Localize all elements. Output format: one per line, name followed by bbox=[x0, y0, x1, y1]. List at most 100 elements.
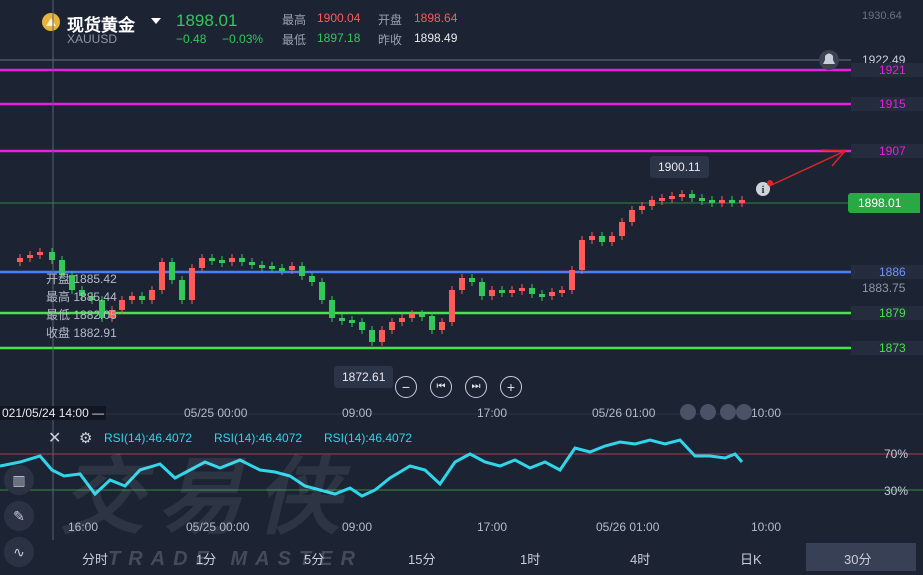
indicator-tool-button[interactable]: ▥ bbox=[4, 465, 34, 495]
trend-arrow-line[interactable] bbox=[764, 150, 846, 189]
candle[interactable] bbox=[329, 300, 335, 318]
pencil-icon[interactable]: ✎ bbox=[4, 501, 34, 531]
prev-button[interactable]: ⏮ bbox=[430, 376, 452, 398]
close-icon[interactable]: ✕ bbox=[48, 428, 61, 448]
candle[interactable] bbox=[649, 200, 655, 206]
candle[interactable] bbox=[129, 296, 135, 300]
next-button[interactable]: ⏭ bbox=[465, 376, 487, 398]
candle[interactable] bbox=[489, 290, 495, 296]
candle[interactable] bbox=[699, 198, 705, 201]
candle[interactable] bbox=[339, 318, 345, 321]
candle[interactable] bbox=[579, 240, 585, 270]
candle[interactable] bbox=[179, 280, 185, 300]
tab-1hour[interactable]: 1时 bbox=[520, 549, 540, 568]
candle[interactable] bbox=[399, 318, 405, 322]
rsi-time-label: 05/26 01:00 bbox=[596, 520, 660, 534]
candle[interactable] bbox=[169, 262, 175, 280]
candle[interactable] bbox=[459, 278, 465, 290]
candle[interactable] bbox=[249, 262, 255, 265]
candle[interactable] bbox=[269, 266, 275, 269]
candle[interactable] bbox=[509, 290, 515, 293]
candle[interactable] bbox=[219, 260, 225, 263]
rsi-time-label: 09:00 bbox=[342, 520, 373, 534]
candle[interactable] bbox=[49, 252, 55, 260]
peak-price-tooltip: 1900.11 bbox=[650, 156, 709, 178]
page-dots[interactable] bbox=[680, 404, 752, 420]
candle[interactable] bbox=[239, 258, 245, 262]
candle[interactable] bbox=[139, 296, 145, 300]
candle[interactable] bbox=[309, 276, 315, 282]
ohlc-low: 最低 1882.05 bbox=[46, 308, 117, 322]
tab-daily[interactable]: 日K bbox=[740, 549, 762, 568]
tag-1907: 1907 bbox=[851, 144, 923, 158]
candle[interactable] bbox=[559, 290, 565, 293]
candle[interactable] bbox=[149, 290, 155, 300]
tab-30min[interactable]: 30分 bbox=[844, 549, 871, 568]
candle[interactable] bbox=[379, 330, 385, 342]
candle[interactable] bbox=[289, 266, 295, 270]
time-label: 10:00 bbox=[751, 406, 782, 420]
candle[interactable] bbox=[679, 194, 685, 197]
candle[interactable] bbox=[439, 322, 445, 330]
candle[interactable] bbox=[27, 255, 33, 258]
candle[interactable] bbox=[369, 330, 375, 342]
candle[interactable] bbox=[319, 282, 325, 300]
candle[interactable] bbox=[469, 278, 475, 282]
candle[interactable] bbox=[549, 292, 555, 296]
tab-1min[interactable]: 1分 bbox=[196, 549, 216, 568]
rsi-time-label: 17:00 bbox=[477, 520, 508, 534]
candle[interactable] bbox=[259, 265, 265, 268]
zoom-out-button[interactable]: − bbox=[395, 376, 417, 398]
candle[interactable] bbox=[539, 294, 545, 297]
candle[interactable] bbox=[479, 282, 485, 296]
tab-timeshare[interactable]: 分时 bbox=[82, 549, 108, 568]
candle[interactable] bbox=[189, 268, 195, 300]
candle[interactable] bbox=[639, 206, 645, 210]
candle[interactable] bbox=[119, 300, 125, 310]
candle[interactable] bbox=[429, 316, 435, 330]
zoom-in-button[interactable]: + bbox=[500, 376, 522, 398]
tab-5min[interactable]: 5分 bbox=[304, 549, 324, 568]
candle[interactable] bbox=[669, 196, 675, 199]
candle[interactable] bbox=[739, 200, 745, 203]
candle[interactable] bbox=[629, 210, 635, 222]
candle[interactable] bbox=[199, 258, 205, 268]
candle[interactable] bbox=[279, 268, 285, 271]
candle[interactable] bbox=[209, 258, 215, 261]
candle[interactable] bbox=[529, 288, 535, 294]
candle[interactable] bbox=[449, 290, 455, 322]
candle[interactable] bbox=[409, 314, 415, 318]
candle[interactable] bbox=[299, 266, 305, 276]
candle[interactable] bbox=[659, 198, 665, 201]
candle[interactable] bbox=[159, 262, 165, 290]
tag-1915: 1915 bbox=[851, 97, 923, 111]
bell-icon[interactable] bbox=[819, 50, 839, 70]
tab-15min[interactable]: 15分 bbox=[408, 549, 435, 568]
candle[interactable] bbox=[349, 320, 355, 323]
candle[interactable] bbox=[419, 314, 425, 317]
candle[interactable] bbox=[729, 200, 735, 203]
candle[interactable] bbox=[17, 258, 23, 262]
candle[interactable] bbox=[689, 194, 695, 198]
candle[interactable] bbox=[359, 322, 365, 330]
gear-icon[interactable]: ⚙ bbox=[79, 429, 92, 447]
candle[interactable] bbox=[519, 288, 525, 291]
rsi-label: RSI(14):46.4072 bbox=[324, 431, 413, 445]
rsi-label: RSI(14):46.4072 bbox=[214, 431, 303, 445]
candle[interactable] bbox=[619, 222, 625, 236]
candle[interactable] bbox=[609, 236, 615, 242]
wave-icon[interactable]: ∿ bbox=[4, 537, 34, 567]
candle[interactable] bbox=[229, 258, 235, 262]
candle[interactable] bbox=[389, 322, 395, 330]
candle[interactable] bbox=[589, 236, 595, 240]
candlestick-series bbox=[17, 190, 745, 346]
candle[interactable] bbox=[37, 252, 43, 255]
tag-1873: 1873 bbox=[851, 341, 923, 355]
candle[interactable] bbox=[719, 200, 725, 203]
tab-4hour[interactable]: 4时 bbox=[630, 549, 650, 568]
candle[interactable] bbox=[709, 200, 715, 203]
ohlc-open: 开盘 1885.42 bbox=[46, 272, 117, 286]
candle[interactable] bbox=[569, 270, 575, 290]
candle[interactable] bbox=[499, 290, 505, 293]
candle[interactable] bbox=[599, 236, 605, 242]
